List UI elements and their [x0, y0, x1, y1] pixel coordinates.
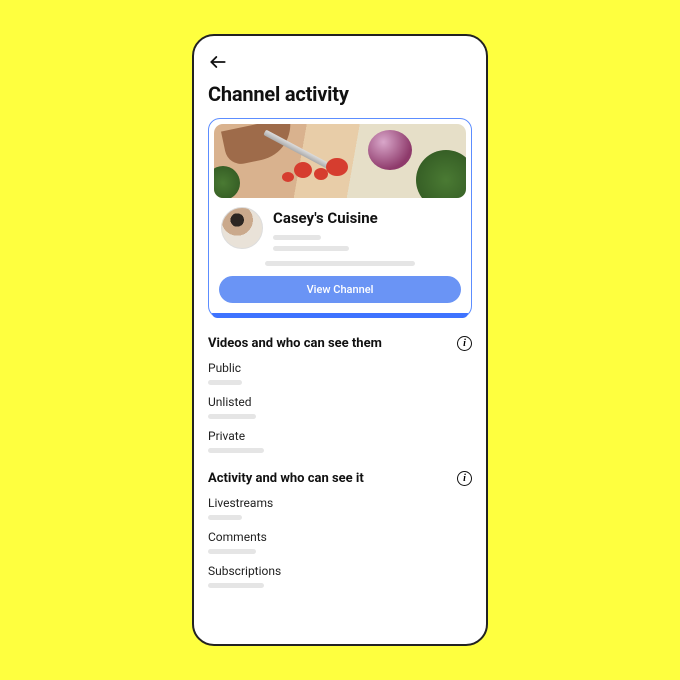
placeholder-line — [273, 235, 321, 240]
page-title: Channel activity — [208, 82, 472, 106]
placeholder-line — [208, 549, 256, 554]
placeholder-line — [208, 583, 264, 588]
placeholder-line — [265, 261, 415, 266]
placeholder-line — [208, 448, 264, 453]
placeholder-line — [273, 246, 349, 251]
section-header: Videos and who can see them i — [208, 336, 472, 351]
placeholder-line — [208, 380, 242, 385]
sections-container: Videos and who can see them i Public Unlist… — [208, 336, 472, 588]
channel-card: Casey's Cuisine View Channel — [208, 118, 472, 318]
list-item-label: Livestreams — [208, 496, 472, 510]
view-channel-button[interactable]: View Channel — [219, 276, 461, 303]
channel-avatar — [221, 207, 263, 249]
list-item[interactable]: Livestreams — [208, 496, 472, 520]
list-item[interactable]: Subscriptions — [208, 564, 472, 588]
list-item-label: Public — [208, 361, 472, 375]
list-item-label: Unlisted — [208, 395, 472, 409]
section-title: Activity and who can see it — [208, 471, 364, 486]
placeholder-line — [208, 414, 256, 419]
phone-frame: Channel activity Casey's Cuisine View Ch… — [192, 34, 488, 646]
info-icon[interactable]: i — [457, 471, 472, 486]
channel-banner-image — [214, 124, 466, 198]
list-item-label: Private — [208, 429, 472, 443]
list-item[interactable]: Comments — [208, 530, 472, 554]
section-header: Activity and who can see it i — [208, 471, 472, 486]
back-arrow-icon[interactable] — [208, 52, 472, 72]
placeholder-line — [208, 515, 242, 520]
list-item[interactable]: Public — [208, 361, 472, 385]
list-item[interactable]: Private — [208, 429, 472, 453]
channel-name: Casey's Cuisine — [273, 209, 459, 227]
list-item-label: Subscriptions — [208, 564, 472, 578]
info-icon[interactable]: i — [457, 336, 472, 351]
section-title: Videos and who can see them — [208, 336, 382, 351]
list-item[interactable]: Unlisted — [208, 395, 472, 419]
list-item-label: Comments — [208, 530, 472, 544]
